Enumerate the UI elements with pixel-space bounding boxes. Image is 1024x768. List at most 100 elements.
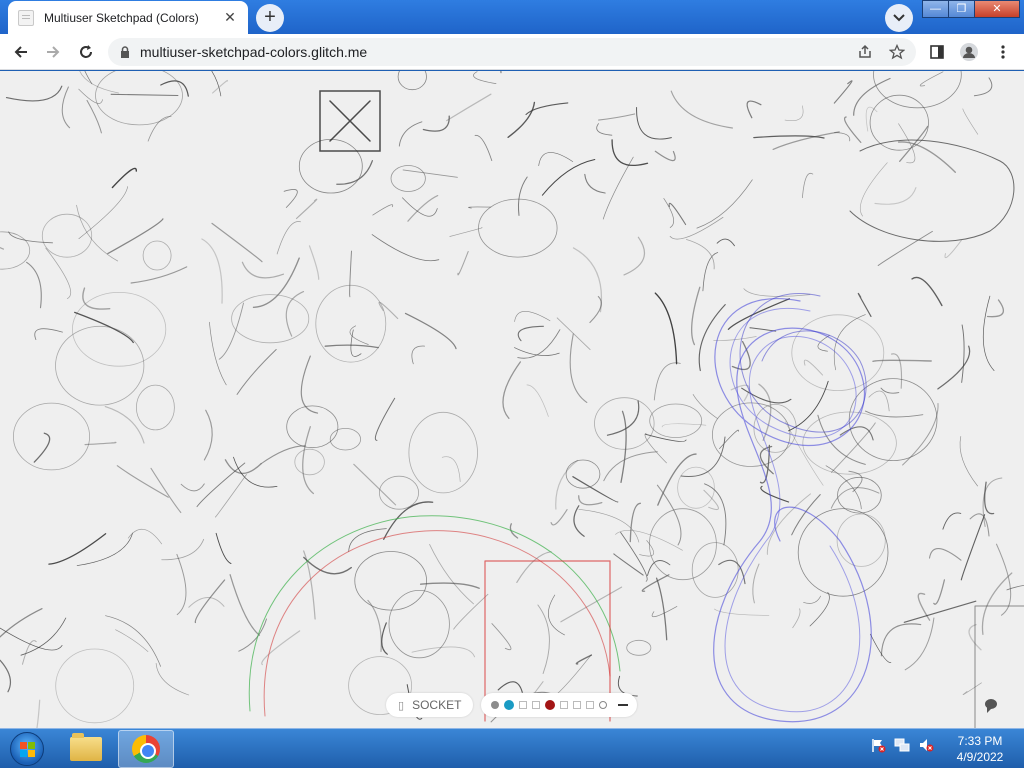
close-window-button[interactable]: ✕: [974, 0, 1020, 18]
pencil-stroke: [584, 173, 606, 194]
new-tab-button[interactable]: +: [256, 4, 284, 32]
pencil-stroke: [538, 152, 574, 167]
pencil-stroke: [398, 121, 423, 147]
pencil-stroke: [241, 261, 285, 279]
color-swatch[interactable]: [532, 701, 540, 709]
color-swatch[interactable]: [491, 701, 499, 709]
pencil-stroke: [802, 172, 814, 199]
forward-button[interactable]: [40, 39, 66, 65]
pencil-stroke: [236, 349, 277, 395]
pencil-stroke: [719, 429, 739, 449]
page-favicon-icon: [18, 9, 34, 26]
share-icon[interactable]: [856, 43, 874, 61]
pencil-stroke: [500, 71, 502, 74]
side-panel-button[interactable]: [924, 39, 950, 65]
kebab-menu-icon: [1001, 45, 1005, 59]
pencil-stroke: [176, 553, 187, 616]
color-palette: [481, 693, 637, 717]
back-button[interactable]: [8, 39, 34, 65]
pencil-stroke: [620, 410, 627, 484]
reload-button[interactable]: [73, 39, 99, 65]
windows-logo-icon: [10, 732, 44, 766]
pencil-loop: [691, 542, 739, 598]
color-swatch[interactable]: [504, 700, 514, 710]
profile-button[interactable]: [956, 39, 982, 65]
pencil-stroke: [960, 514, 986, 581]
pencil-stroke: [84, 441, 117, 446]
pencil-stroke: [303, 556, 352, 575]
menu-button[interactable]: [990, 39, 1016, 65]
pencil-stroke: [613, 553, 644, 576]
pencil-stroke: [5, 85, 63, 102]
clock-date: 4/9/2022: [956, 750, 1004, 764]
taskbar-file-explorer[interactable]: [58, 730, 114, 768]
sketch-canvas[interactable]: ▯ SOCKET: [0, 71, 1024, 728]
action-center-flag-icon[interactable]: [870, 737, 886, 753]
taskbar-chrome[interactable]: [118, 730, 174, 768]
color-swatch[interactable]: [519, 701, 527, 709]
sketch-drawing: [0, 71, 1024, 728]
color-swatch[interactable]: [599, 701, 607, 709]
pencil-loop: [71, 291, 167, 367]
pencil-stroke: [201, 238, 223, 304]
pencil-stroke: [160, 80, 189, 97]
pencil-stroke: [654, 292, 678, 365]
chat-bubble-icon[interactable]: [985, 699, 997, 713]
color-swatch[interactable]: [586, 701, 594, 709]
pencil-stroke: [86, 99, 102, 134]
pencil-stroke: [516, 551, 552, 584]
pencil-stroke: [647, 560, 671, 576]
pencil-stroke: [548, 594, 565, 636]
pencil-stroke: [78, 88, 103, 104]
pencil-stroke: [746, 100, 762, 119]
pencil-stroke: [381, 622, 388, 655]
pencil-stroke: [944, 239, 962, 259]
pencil-stroke: [419, 582, 480, 589]
pencil-stroke: [696, 179, 753, 229]
bookmark-star-icon[interactable]: [888, 43, 906, 61]
pencil-stroke: [514, 311, 551, 322]
minimize-button[interactable]: —: [922, 0, 949, 18]
pencil-stroke: [474, 134, 493, 162]
volume-muted-icon[interactable]: [918, 737, 934, 753]
color-swatch[interactable]: [545, 700, 555, 710]
color-swatch[interactable]: [573, 701, 581, 709]
pencil-stroke: [371, 234, 440, 262]
color-swatch[interactable]: [560, 701, 568, 709]
pencil-loop: [565, 459, 601, 489]
pencil-stroke: [441, 456, 461, 482]
pencil-loop: [594, 397, 655, 450]
pencil-stroke: [127, 529, 163, 545]
tab-close-icon[interactable]: ✕: [222, 9, 238, 26]
network-icon[interactable]: [894, 737, 910, 753]
pencil-stroke: [843, 116, 862, 144]
pencil-stroke: [636, 107, 672, 140]
socket-status-button[interactable]: ▯ SOCKET: [386, 693, 474, 717]
tab-search-button[interactable]: [885, 4, 913, 32]
pencil-stroke: [211, 71, 222, 97]
pencil-stroke: [550, 509, 568, 526]
pencil-stroke: [656, 484, 682, 546]
taskbar-clock[interactable]: 7:33 PM 4/9/2022: [948, 733, 1012, 765]
pencil-stroke: [623, 236, 646, 276]
pencil-stroke: [572, 247, 603, 313]
pencil-stroke: [661, 423, 707, 428]
browser-tab[interactable]: Multiuser Sketchpad (Colors) ✕: [8, 1, 248, 34]
start-button[interactable]: [4, 730, 50, 768]
pencil-stroke: [473, 71, 497, 84]
pencil-loop: [329, 428, 361, 451]
address-bar[interactable]: multiuser-sketchpad-colors.glitch.me: [108, 38, 916, 66]
pencil-loop: [791, 314, 885, 392]
pencil-stroke: [859, 162, 888, 217]
pencil-stroke: [411, 646, 476, 658]
back-arrow-icon: [14, 46, 27, 58]
pencil-stroke: [903, 600, 977, 623]
pencil-stroke: [422, 115, 450, 132]
maximize-button[interactable]: ❐: [948, 0, 975, 18]
pencil-stroke: [209, 321, 227, 386]
stroke-width-indicator[interactable]: [618, 704, 628, 706]
avatar-icon: [960, 43, 978, 61]
pencil-stroke: [716, 238, 735, 247]
pencil-stroke: [110, 93, 179, 97]
pencil-stroke: [874, 187, 917, 205]
